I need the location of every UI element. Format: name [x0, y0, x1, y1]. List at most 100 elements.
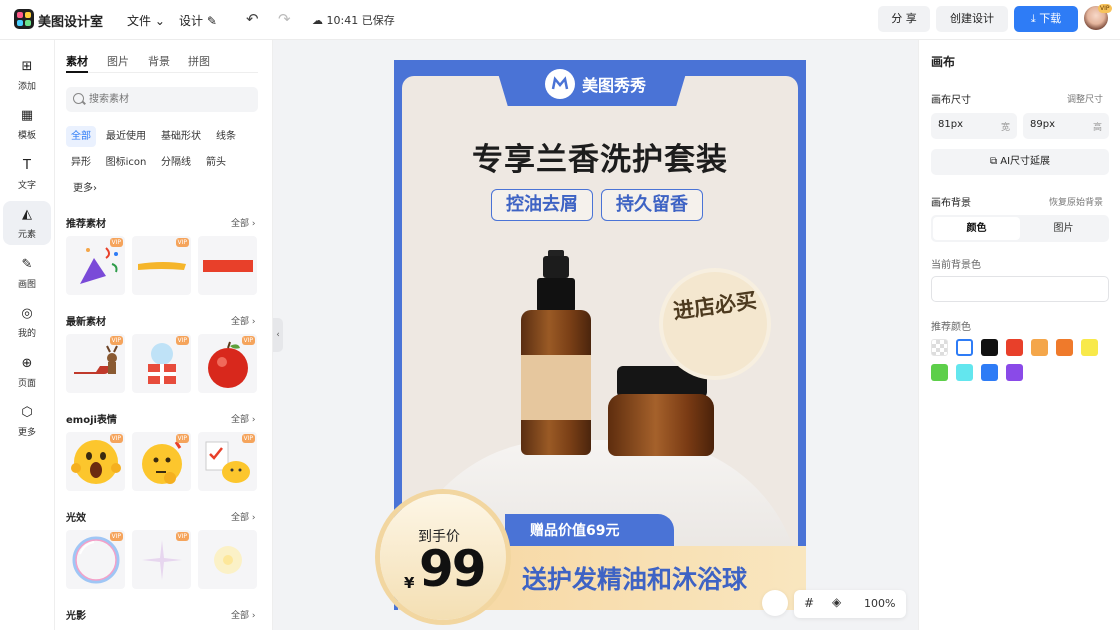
nav-item-elements[interactable]: ◭ 元素 — [3, 201, 51, 245]
poster-tag-lasting-scent[interactable]: 持久留香 — [601, 189, 703, 221]
chip-lines[interactable]: 线条 — [211, 126, 241, 147]
collapse-panel-handle[interactable]: ‹ — [273, 318, 283, 352]
view-all-link[interactable]: 全部 › — [231, 412, 256, 425]
party-popper-sticker[interactable]: VIP — [66, 236, 125, 295]
adjust-size-link[interactable]: 调整尺寸 — [1067, 92, 1103, 105]
chevron-right-icon: › — [251, 611, 256, 621]
nav-item-template[interactable]: ▦ 模板 — [3, 102, 51, 146]
restore-bg-link[interactable]: 恢复原始背景 — [1049, 195, 1103, 208]
gift-value-text[interactable]: 赠品价值69元 — [530, 520, 619, 540]
nav-item-mine[interactable]: ◎ 我的 — [3, 300, 51, 344]
red-bar-sticker[interactable] — [198, 236, 257, 295]
layers-icon[interactable]: ◈ — [832, 595, 841, 609]
amber-cream-jar[interactable] — [608, 394, 714, 456]
vip-badge: VIP — [175, 238, 189, 247]
view-all-label: 全部 — [231, 415, 250, 425]
tab-bg-image[interactable]: 图片 — [1020, 217, 1107, 240]
spray-neck — [543, 256, 569, 278]
vip-badge: VIP — [175, 532, 189, 541]
view-all-link[interactable]: 全部 › — [231, 314, 256, 327]
chip-dividers[interactable]: 分隔线 — [156, 152, 196, 173]
nav-label: 我的 — [17, 329, 36, 339]
ai-resize-button[interactable]: ⧉ AI尺寸延展 — [931, 149, 1109, 175]
view-all-link[interactable]: 全部 › — [231, 608, 256, 621]
color-swatch[interactable] — [931, 364, 948, 381]
grid-icon[interactable]: # — [804, 596, 814, 610]
color-swatch[interactable] — [981, 339, 998, 356]
chip-icons[interactable]: 图标icon — [101, 152, 151, 173]
view-all-link[interactable]: 全部 › — [231, 510, 256, 523]
current-bg-color[interactable] — [931, 276, 1109, 302]
chip-all[interactable]: 全部 — [66, 126, 96, 147]
search-input[interactable] — [89, 91, 249, 108]
chip-more[interactable]: 更多› — [66, 178, 104, 199]
gift-globe-sticker[interactable]: VIP — [132, 334, 191, 393]
shocked-emoji-sticker[interactable]: VIP — [66, 432, 125, 491]
vip-badge: VIP — [175, 336, 189, 345]
redo-icon[interactable]: ↷ — [278, 10, 291, 28]
canvas-properties-panel: 画布 画布尺寸 调整尺寸 81px 宽 89px 高 ⧉ AI尺寸延展 画布背景 恢… — [918, 40, 1120, 630]
zoom-extra-button[interactable] — [762, 590, 788, 616]
current-bg-label: 当前背景色 — [931, 260, 981, 271]
vip-badge: VIP — [109, 336, 123, 345]
bubble-light-sticker[interactable]: VIP — [66, 530, 125, 589]
poster-tag-oil-control[interactable]: 控油去屑 — [491, 189, 593, 221]
chip-basic-shapes[interactable]: 基础形状 — [156, 126, 206, 147]
undo-icon[interactable]: ↶ — [246, 10, 259, 28]
zoom-level[interactable]: 100% — [864, 597, 895, 610]
tab-collage[interactable]: 拼图 — [188, 53, 210, 69]
nav-item-text[interactable]: T 文字 — [3, 152, 51, 196]
color-swatch[interactable] — [956, 339, 973, 356]
download-button[interactable]: ⤓ 下载 — [1014, 6, 1078, 32]
app-logo-icon[interactable] — [14, 9, 34, 29]
chip-irregular[interactable]: 异形 — [66, 152, 96, 173]
tab-bg-color[interactable]: 颜色 — [933, 217, 1020, 240]
tab-material[interactable]: 素材 — [66, 53, 88, 69]
download-label: 下载 — [1039, 12, 1062, 25]
vip-badge: VIP — [175, 434, 189, 443]
checklist-chick-sticker[interactable]: VIP — [198, 432, 257, 491]
thinking-emoji-sticker[interactable]: VIP — [132, 432, 191, 491]
tab-images[interactable]: 图片 — [107, 53, 129, 69]
edit-icon: ✎ — [206, 14, 217, 28]
chip-recent[interactable]: 最近使用 — [101, 126, 151, 147]
color-swatch[interactable] — [1081, 339, 1098, 356]
apple-sticker[interactable]: VIP — [198, 334, 257, 393]
height-field[interactable]: 89px 高 — [1023, 113, 1109, 139]
color-swatch[interactable] — [1031, 339, 1048, 356]
ai-resize-label: AI尺寸延展 — [1000, 156, 1051, 167]
chip-arrows[interactable]: 箭头 — [201, 152, 231, 173]
nav-item-page[interactable]: ⊕ 页面 — [3, 350, 51, 394]
color-swatch[interactable] — [956, 364, 973, 381]
create-design-button[interactable]: 创建设计 — [936, 6, 1008, 32]
price-value[interactable]: 99 — [419, 540, 487, 598]
file-menu[interactable]: 文件 ⌄ — [127, 12, 165, 29]
nav-label: 元素 — [17, 230, 36, 240]
nav-item-add[interactable]: ⊞ 添加 — [3, 53, 51, 97]
chevron-right-icon: › — [251, 415, 256, 425]
download-icon: ⤓ — [1030, 12, 1036, 25]
view-all-link[interactable]: 全部 › — [231, 216, 256, 229]
poster-title[interactable]: 专享兰香洗护套装 — [402, 134, 798, 179]
color-swatch[interactable] — [1056, 339, 1073, 356]
section-title-light-shadow: 光影 — [66, 611, 86, 622]
poster-brand-name[interactable]: 美图秀秀 — [582, 72, 646, 96]
color-swatch[interactable] — [1006, 339, 1023, 356]
color-swatch[interactable] — [1006, 364, 1023, 381]
design-menu[interactable]: 设计 ✎ — [179, 12, 217, 29]
width-field[interactable]: 81px 宽 — [931, 113, 1017, 139]
color-swatch[interactable] — [981, 364, 998, 381]
sparkle-light-sticker[interactable]: VIP — [132, 530, 191, 589]
color-swatch[interactable] — [931, 339, 948, 356]
bottom-offer-text[interactable]: 送护发精油和沐浴球 — [522, 560, 747, 596]
nav-item-draw[interactable]: ✎ 画图 — [3, 251, 51, 295]
bottle-label — [521, 355, 591, 420]
share-button[interactable]: 分 享 — [878, 6, 930, 32]
tab-background[interactable]: 背景 — [148, 53, 170, 69]
nav-item-more[interactable]: ⬡ 更多 — [3, 399, 51, 443]
height-value: 89px — [1030, 119, 1055, 130]
yellow-brush-sticker[interactable]: VIP — [132, 236, 191, 295]
glow-light-sticker[interactable] — [198, 530, 257, 589]
reindeer-sleigh-sticker[interactable]: VIP — [66, 334, 125, 393]
chevron-left-icon: ‹ — [276, 330, 280, 340]
